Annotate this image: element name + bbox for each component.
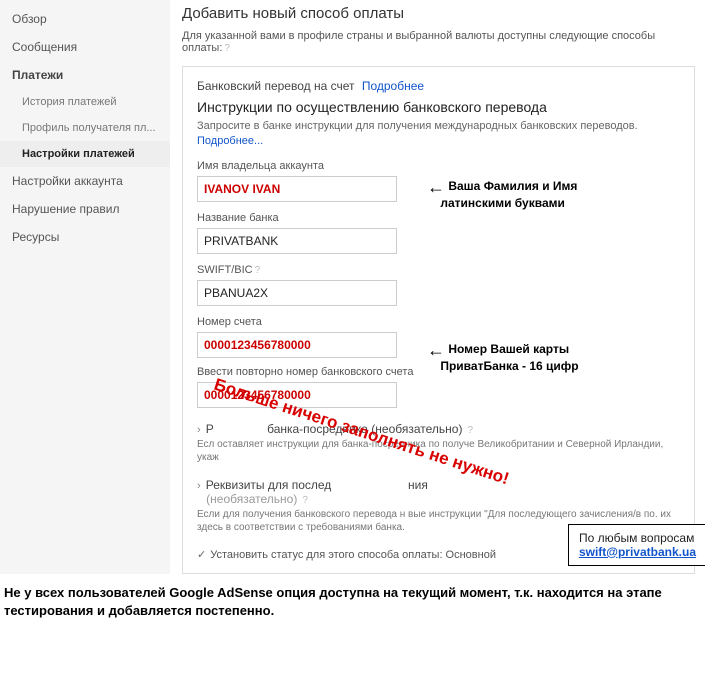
owner-label: Имя владельца аккаунта [197, 160, 680, 172]
swift-label: SWIFT/BIC? [197, 264, 680, 276]
sidebar-item-payment-history[interactable]: История платежей [0, 89, 170, 115]
bank-input[interactable] [197, 228, 397, 254]
sidebar-item-payee-profile[interactable]: Профиль получателя пл... [0, 115, 170, 141]
page-subtitle: Для указанной вами в профиле страны и вы… [182, 30, 695, 54]
sidebar-item-payment-settings[interactable]: Настройки платежей [0, 141, 170, 167]
main-content: Добавить новый способ оплаты Для указанн… [170, 0, 705, 574]
sidebar-item-messages[interactable]: Сообщения [0, 33, 170, 61]
panel-header: Банковский перевод на счет Подробнее [197, 79, 680, 93]
intermediary-bank-section[interactable]: › Р банка-посредника (необязательно) ? Е… [197, 422, 680, 464]
annotation-card: ← Номер Вашей карты ПриватБанка - 16 циф… [427, 341, 579, 373]
bank-label: Название банка [197, 212, 680, 224]
swift-input[interactable] [197, 280, 397, 306]
owner-input[interactable] [197, 176, 397, 202]
contact-email-link[interactable]: swift@privatbank.ua [579, 545, 696, 559]
check-icon: ✓ [197, 549, 206, 561]
sidebar-item-account-settings[interactable]: Настройки аккаунта [0, 167, 170, 195]
annotation-name: ← Ваша Фамилия и Имя латинскими буквами [427, 178, 577, 210]
arrow-left-icon: ← [427, 340, 445, 360]
account-input[interactable] [197, 332, 397, 358]
more-link[interactable]: Подробнее [362, 79, 424, 93]
sidebar-item-policy-violation[interactable]: Нарушение правил [0, 195, 170, 223]
chevron-right-icon: › [197, 424, 201, 436]
more-link-2[interactable]: Подробнее... [197, 135, 263, 147]
intermediary-desc: Есл оставляет инструкции для банка-посре… [197, 438, 680, 464]
account-label: Номер счета [197, 316, 680, 328]
help-icon[interactable]: ? [302, 495, 308, 506]
sidebar-item-overview[interactable]: Обзор [0, 5, 170, 33]
help-icon[interactable]: ? [468, 425, 474, 436]
bottom-note: Не у всех пользователей Google AdSense о… [0, 574, 705, 630]
payment-method-panel: Банковский перевод на счет Подробнее Инс… [182, 66, 695, 574]
sidebar: Обзор Сообщения Платежи История платежей… [0, 0, 170, 574]
account-confirm-input[interactable] [197, 382, 397, 408]
sidebar-item-resources[interactable]: Ресурсы [0, 223, 170, 251]
instructions-title: Инструкции по осуществлению банковского … [197, 99, 680, 115]
sidebar-item-payments[interactable]: Платежи [0, 61, 170, 89]
contact-box: По любым вопросам swift@privatbank.ua [568, 524, 705, 566]
instructions-text: Запросите в банке инструкции для получен… [197, 119, 680, 150]
page-title: Добавить новый способ оплаты [182, 5, 695, 22]
chevron-right-icon: › [197, 480, 201, 492]
help-icon[interactable]: ? [224, 43, 230, 54]
help-icon[interactable]: ? [255, 265, 261, 276]
arrow-left-icon: ← [427, 177, 445, 197]
